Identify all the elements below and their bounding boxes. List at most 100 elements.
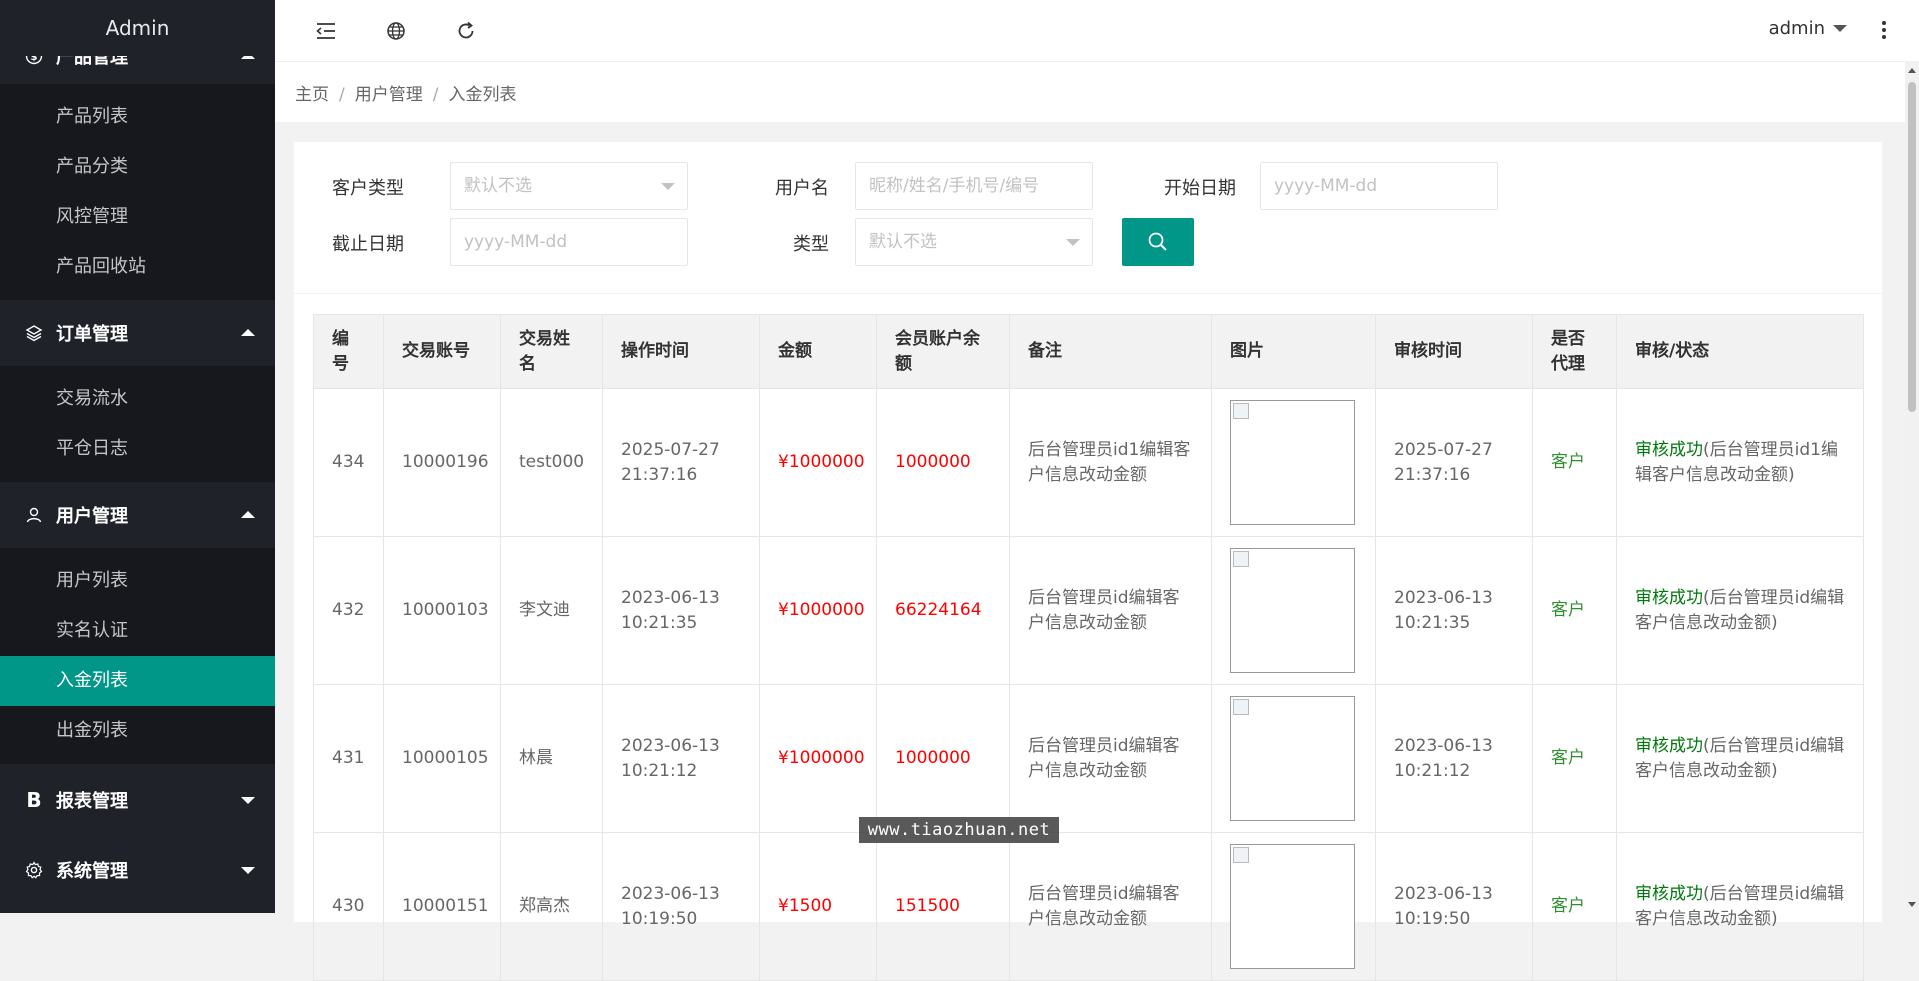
cell-op-time: 2025-07-27 21:37:16 [602,388,760,537]
cell-audit-time: 2025-07-27 21:37:16 [1375,388,1533,537]
username-placeholder: 昵称/姓名/手机号/编号 [869,176,1040,196]
username-filter-label: 用户名 [775,178,829,199]
sidebar-item-user-list[interactable]: 用户列表 [0,556,275,606]
table-row[interactable]: 431 10000105 林晨 2023-06-13 10:21:12 ¥100… [313,684,1864,833]
broken-image-icon [1233,403,1249,419]
end-date-placeholder: yyyy-MM-dd [464,232,568,252]
table-row[interactable]: 430 10000151 郑高杰 2023-06-13 10:19:50 ¥15… [313,832,1864,981]
cell-id: 430 [313,832,384,981]
customer-type-placeholder: 默认不选 [464,176,532,196]
receipt-image[interactable] [1230,844,1355,969]
receipt-image[interactable] [1230,548,1355,673]
cell-agent: 客户 [1532,684,1617,833]
cell-amount: ¥1000000 [759,536,877,685]
refresh-icon[interactable] [451,16,481,46]
receipt-image[interactable] [1230,696,1355,821]
cell-amount: ¥1500 [759,832,877,981]
search-icon [1148,232,1167,251]
nav-group-label: 用户管理 [56,506,128,527]
cell-name: 李文迪 [500,536,603,685]
cell-op-time: 2023-06-13 10:19:50 [602,832,760,981]
cell-status: 审核成功(后台管理员id编辑客户信息改动金额) [1616,832,1864,981]
scroll-down-icon[interactable] [1908,902,1916,907]
status-success: 审核成功 [1635,587,1703,608]
receipt-image[interactable] [1230,400,1355,525]
col-header-agent[interactable]: 是否代理 [1532,314,1617,389]
user-menu[interactable]: admin [1769,18,1847,39]
start-date-placeholder: yyyy-MM-dd [1274,176,1378,196]
breadcrumb-bar: 主页 / 用户管理 / 入金列表 [275,62,1905,122]
chevron-up-icon [241,511,255,518]
type-select[interactable]: 默认不选 [855,218,1093,266]
col-header-name[interactable]: 交易姓名 [500,314,603,389]
col-header-account[interactable]: 交易账号 [383,314,501,389]
chevron-down-icon [1066,239,1080,246]
sidebar-item-trade-flow[interactable]: 交易流水 [0,374,275,424]
sidebar-item-product-category[interactable]: 产品分类 [0,142,275,192]
username-label: admin [1768,18,1825,39]
col-header-image[interactable]: 图片 [1211,314,1376,389]
table-row[interactable]: 434 10000196 test000 2025-07-27 21:37:16… [313,388,1864,537]
chevron-down-icon [241,867,255,874]
sidebar-item-deposit-list[interactable]: 入金列表 [0,656,275,706]
start-date-input[interactable]: yyyy-MM-dd [1260,162,1498,210]
end-date-input[interactable]: yyyy-MM-dd [450,218,688,266]
content-card: 客户类型 默认不选 用户名 昵称/姓名/手机号/编号 开始日期 yyyy-MM-… [294,142,1882,981]
layers-icon [24,323,44,343]
cell-agent: 客户 [1532,536,1617,685]
cell-note: 后台管理员id编辑客户信息改动金额 [1009,832,1212,981]
caret-down-icon [1833,25,1847,32]
chevron-down-icon [241,797,255,804]
nav-group-report[interactable]: B 报表管理 [0,764,275,836]
deposit-table: 编号 交易账号 交易姓名 操作时间 金额 会员账户余额 备注 图片 审核时间 是… [313,314,1864,981]
sidebar-item-withdraw-list[interactable]: 出金列表 [0,706,275,756]
col-header-note[interactable]: 备注 [1009,314,1212,389]
top-header: admin [275,0,1919,62]
status-success: 审核成功 [1635,735,1703,756]
nav-group-system[interactable]: 系统管理 [0,836,275,904]
breadcrumb-home[interactable]: 主页 [295,85,329,105]
col-header-balance[interactable]: 会员账户余额 [876,314,1010,389]
app-logo: Admin [0,0,275,56]
cell-account: 10000103 [383,536,501,685]
more-vertical-icon[interactable] [1879,18,1889,42]
page-scrollbar[interactable] [1905,62,1919,913]
cell-name: test000 [500,388,603,537]
scroll-up-icon[interactable] [1908,68,1916,73]
start-date-label: 开始日期 [1164,178,1236,199]
end-date-label: 截止日期 [332,234,404,255]
breadcrumb-parent[interactable]: 用户管理 [355,85,423,105]
customer-type-select[interactable]: 默认不选 [450,162,688,210]
username-input[interactable]: 昵称/姓名/手机号/编号 [855,162,1093,210]
col-header-audit-time[interactable]: 审核时间 [1375,314,1533,389]
cell-note: 后台管理员id编辑客户信息改动金额 [1009,684,1212,833]
sidebar-item-risk-control[interactable]: 风控管理 [0,192,275,242]
nav-group-user[interactable]: 用户管理 [0,482,275,548]
nav-group-order[interactable]: 订单管理 [0,300,275,366]
cell-agent: 客户 [1532,832,1617,981]
col-header-status[interactable]: 审核/状态 [1616,314,1864,389]
user-icon [24,505,44,525]
status-success: 审核成功 [1635,439,1703,460]
cell-amount: ¥1000000 [759,684,877,833]
search-button[interactable] [1122,218,1194,266]
col-header-amount[interactable]: 金额 [759,314,877,389]
collapse-menu-icon[interactable] [311,16,341,46]
cell-balance: 151500 [876,832,1010,981]
cell-audit-time: 2023-06-13 10:21:12 [1375,684,1533,833]
sidebar-item-close-log[interactable]: 平仓日志 [0,424,275,474]
globe-icon[interactable] [381,16,411,46]
cell-amount: ¥1000000 [759,388,877,537]
table-row[interactable]: 432 10000103 李文迪 2023-06-13 10:21:35 ¥10… [313,536,1864,685]
sidebar-item-product-recycle[interactable]: 产品回收站 [0,242,275,292]
scrollbar-thumb[interactable] [1908,82,1916,412]
breadcrumb-current: 入金列表 [448,85,517,105]
cell-balance: 1000000 [876,388,1010,537]
sidebar-item-real-name[interactable]: 实名认证 [0,606,275,656]
sidebar-item-product-list[interactable]: 产品列表 [0,92,275,142]
col-header-id[interactable]: 编号 [313,314,384,389]
gear-icon [24,860,44,880]
col-header-op-time[interactable]: 操作时间 [602,314,760,389]
cell-id: 434 [313,388,384,537]
chevron-down-icon [661,183,675,190]
